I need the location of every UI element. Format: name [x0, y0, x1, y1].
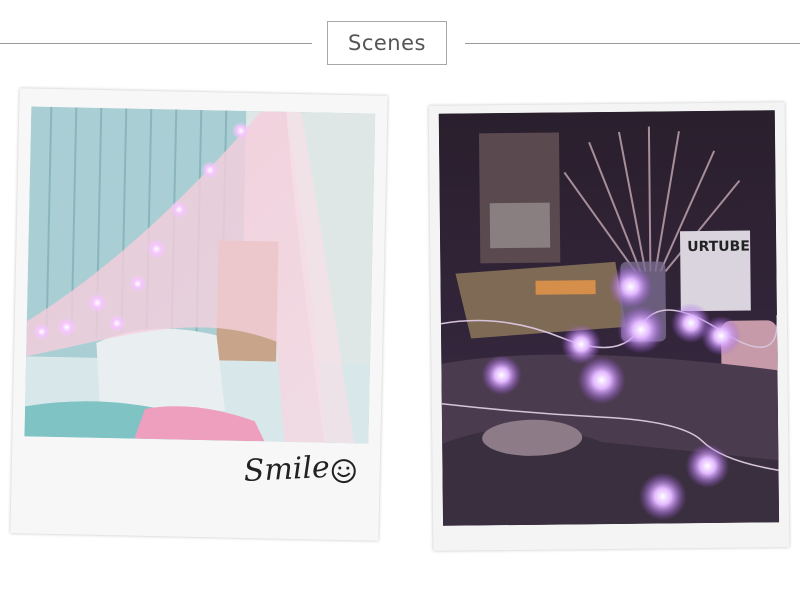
photo-caption: Smile [242, 449, 331, 489]
polaroid-frame-right: URTUBE [428, 102, 790, 551]
smiley-face-icon [331, 459, 356, 484]
polaroid-frame-left: Smile [10, 88, 388, 541]
bedroom-canopy-photo [24, 106, 376, 444]
desk-scene-art: URTUBE [438, 110, 780, 526]
header-rule-right [465, 43, 800, 44]
bedroom-scene-art [24, 106, 376, 444]
header-rule-left [0, 43, 312, 44]
section-title: Scenes [327, 21, 447, 65]
heart-lights-desk-photo: URTUBE [438, 110, 780, 526]
book-title-text: URTUBE [687, 239, 750, 256]
